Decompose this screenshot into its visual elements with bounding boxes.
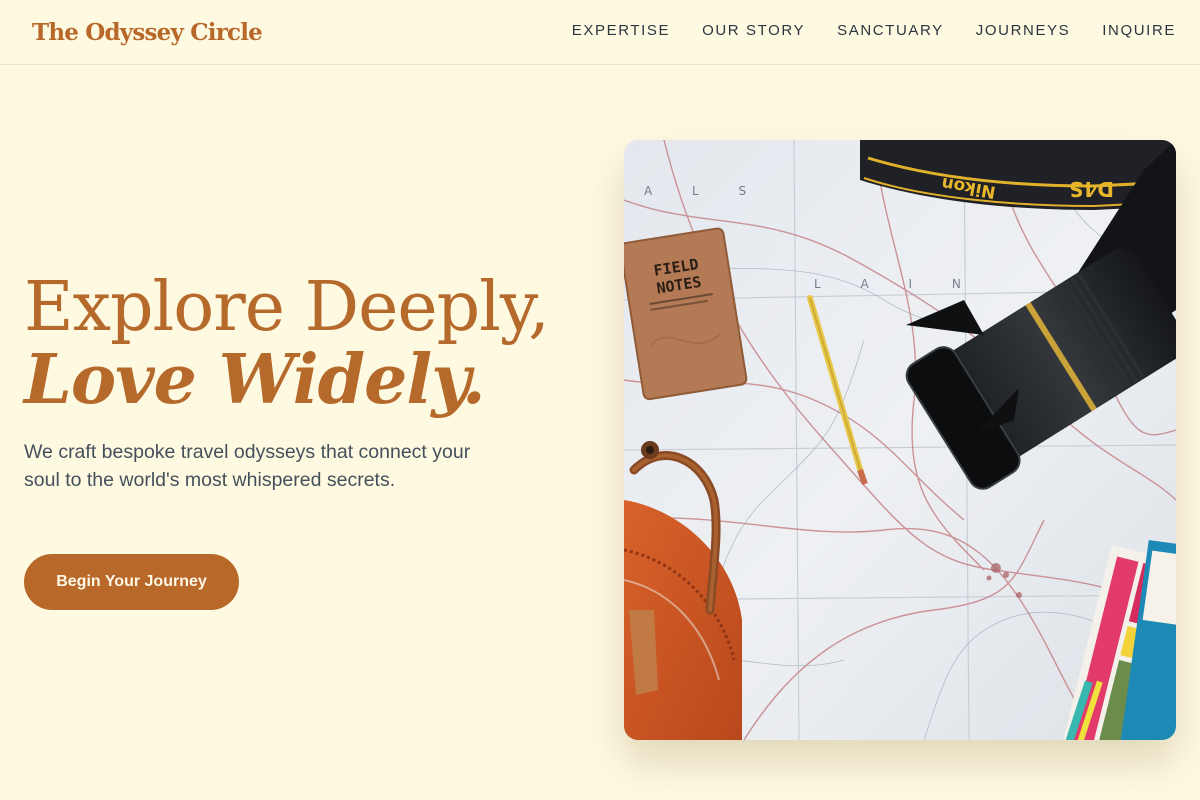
- hero-title: Explore Deeply, Love Widely.: [24, 268, 550, 420]
- hero-title-line2: Love Widely.: [24, 340, 486, 420]
- site-header: The Odyssey Circle EXPERTISE OUR STORY S…: [0, 0, 1200, 65]
- strap-model: D4S: [1069, 177, 1114, 201]
- nav-link-inquire[interactable]: INQUIRE: [1102, 22, 1176, 39]
- nav-link-journeys[interactable]: JOURNEYS: [976, 22, 1070, 39]
- begin-journey-button[interactable]: Begin Your Journey: [24, 554, 239, 610]
- hero-title-line1: Explore Deeply,: [24, 268, 550, 347]
- nav-link-our-story[interactable]: OUR STORY: [702, 22, 805, 39]
- svg-text:L A I N: L A I N: [814, 277, 979, 291]
- nav-link-sanctuary[interactable]: SANCTUARY: [837, 22, 944, 39]
- travel-flatlay-illustration: A L S L A I N FIELD NOTES Nikon D4S: [624, 140, 1176, 740]
- hero-image: A L S L A I N FIELD NOTES Nikon D4S: [624, 140, 1176, 740]
- brand-logo[interactable]: The Odyssey Circle: [32, 19, 263, 46]
- nav-link-expertise[interactable]: EXPERTISE: [572, 22, 670, 39]
- svg-text:A L S: A L S: [644, 184, 764, 198]
- hero-subtitle: We craft bespoke travel odysseys that co…: [24, 441, 471, 491]
- main-nav: EXPERTISE OUR STORY SANCTUARY JOURNEYS I…: [572, 0, 1176, 65]
